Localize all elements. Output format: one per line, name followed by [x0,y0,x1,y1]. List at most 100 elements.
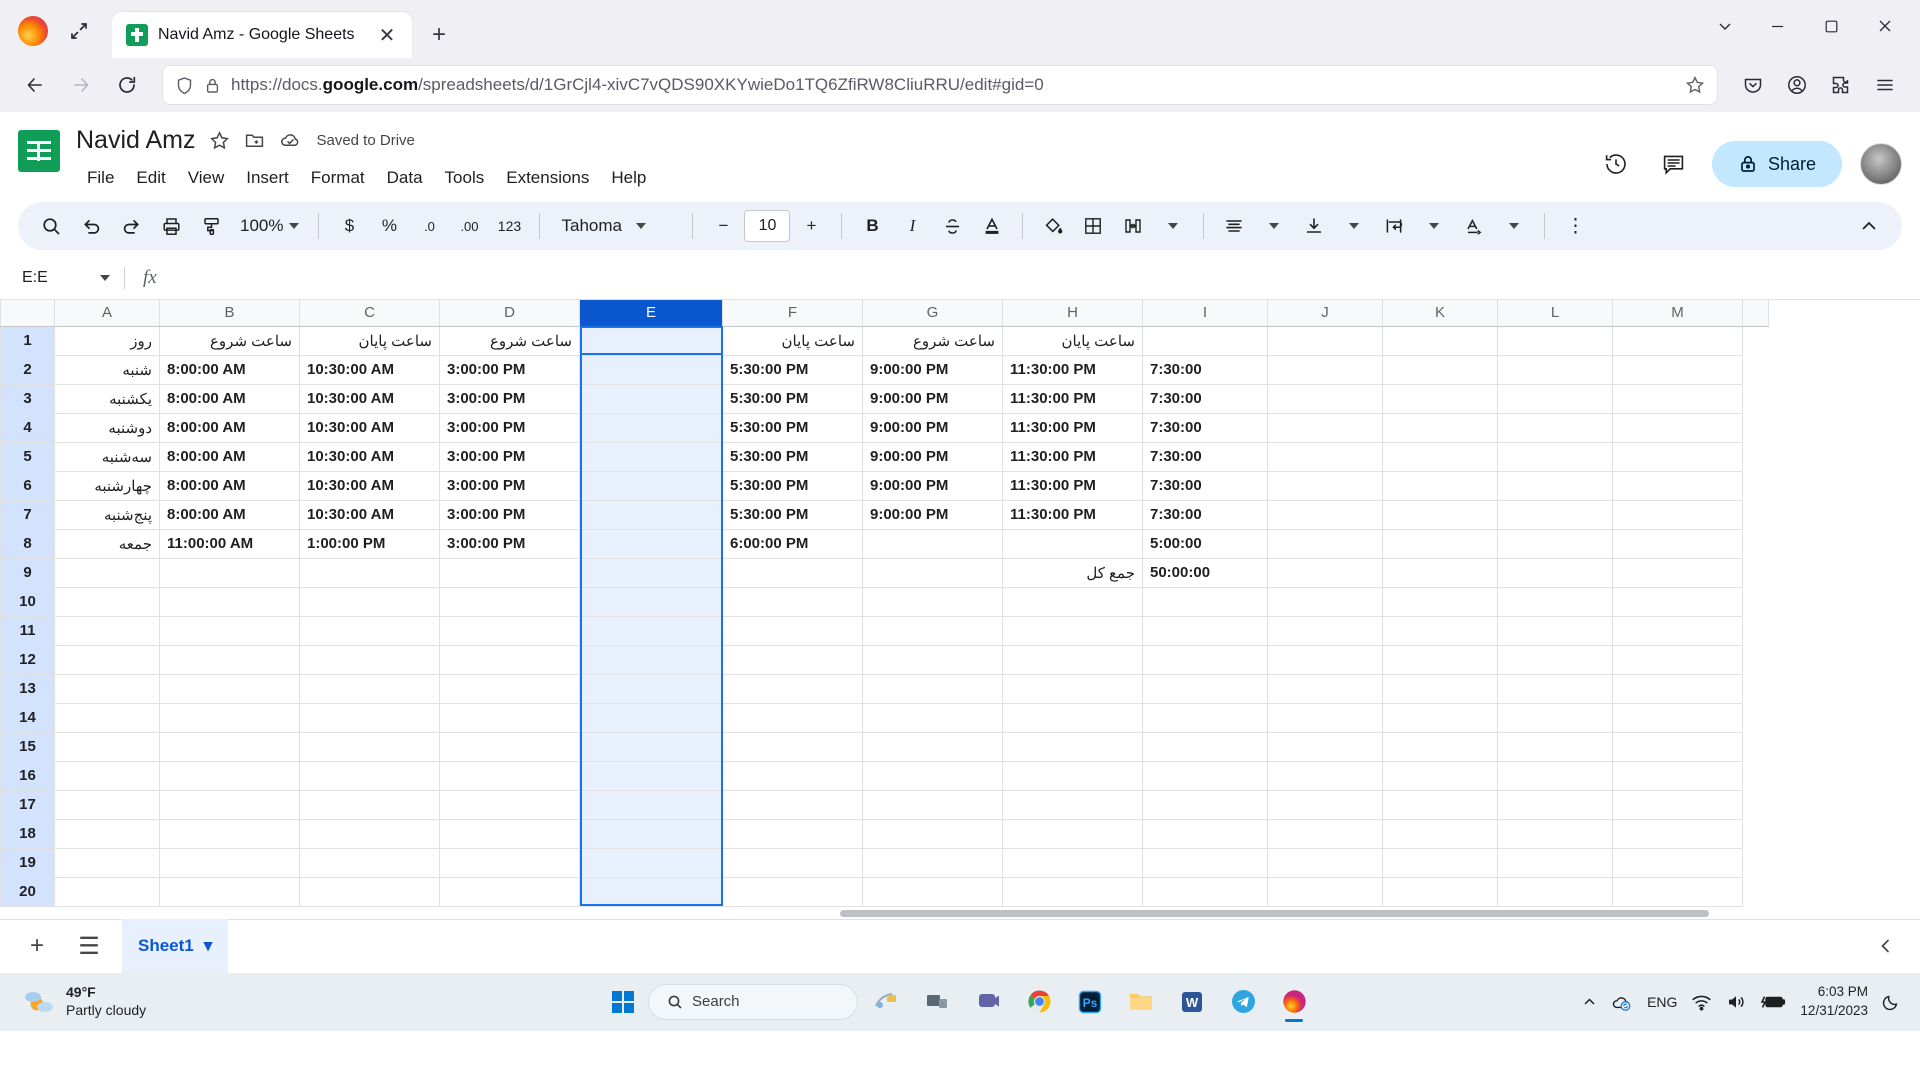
cell-B10[interactable] [159,586,300,617]
cell-E3[interactable] [579,383,723,414]
photoshop-icon[interactable]: Ps [1067,980,1113,1024]
cell-C4[interactable]: 10:30:00 AM [299,412,440,443]
forward-button[interactable] [60,64,102,106]
start-button-icon[interactable] [603,982,643,1022]
decrease-font-size-button[interactable]: − [704,207,742,245]
cell-L9[interactable] [1497,557,1613,588]
cell-E14[interactable] [579,702,723,733]
cell-C20[interactable] [299,876,440,907]
font-family-selector[interactable]: Tahoma [551,207,681,245]
cell-F7[interactable]: 5:30:00 PM [722,499,863,530]
cell-J20[interactable] [1267,876,1383,907]
redo-icon[interactable] [112,207,150,245]
row-header-19[interactable]: 19 [0,847,55,878]
cell-F8[interactable]: 6:00:00 PM [722,528,863,559]
cell-E11[interactable] [579,615,723,646]
cell-F4[interactable]: 5:30:00 PM [722,412,863,443]
reload-button[interactable] [106,64,148,106]
column-header-d[interactable]: D [439,300,580,327]
cell-H20[interactable] [1002,876,1143,907]
row-header-17[interactable]: 17 [0,789,55,820]
cell-I16[interactable] [1142,760,1268,791]
cell-G13[interactable] [862,673,1003,704]
cell-J18[interactable] [1267,818,1383,849]
cell-J10[interactable] [1267,586,1383,617]
row-header-13[interactable]: 13 [0,673,55,704]
cell-F16[interactable] [722,760,863,791]
cell-D2[interactable]: 3:00:00 PM [439,354,580,385]
hamburger-menu-icon[interactable] [1864,64,1906,106]
cell-K4[interactable] [1382,412,1498,443]
cell-B15[interactable] [159,731,300,762]
cell-L20[interactable] [1497,876,1613,907]
cell-J7[interactable] [1267,499,1383,530]
cell-H2[interactable]: 11:30:00 PM [1002,354,1143,385]
cell-C12[interactable] [299,644,440,675]
cell-D11[interactable] [439,615,580,646]
cell-A19[interactable] [54,847,160,878]
cell-M7[interactable] [1612,499,1743,530]
cell-E15[interactable] [579,731,723,762]
cell-A3[interactable]: یکشنبه [54,383,160,414]
cell-D17[interactable] [439,789,580,820]
tray-expand-chevron-icon[interactable] [1582,994,1597,1009]
cell-L2[interactable] [1497,354,1613,385]
cell-B9[interactable] [159,557,300,588]
cell-D8[interactable]: 3:00:00 PM [439,528,580,559]
cell-K14[interactable] [1382,702,1498,733]
cell-I3[interactable]: 7:30:00 [1142,383,1268,414]
version-history-icon[interactable] [1596,144,1636,184]
cell-L13[interactable] [1497,673,1613,704]
cell-J15[interactable] [1267,731,1383,762]
cell-I14[interactable] [1142,702,1268,733]
cell-D14[interactable] [439,702,580,733]
column-header-i[interactable]: I [1142,300,1268,327]
cell-B4[interactable]: 8:00:00 AM [159,412,300,443]
share-button[interactable]: Share [1711,141,1842,187]
cell-G15[interactable] [862,731,1003,762]
cell-I7[interactable]: 7:30:00 [1142,499,1268,530]
extensions-icon[interactable] [1820,64,1862,106]
do-not-disturb-moon-icon[interactable] [1882,993,1900,1011]
cell-G9[interactable] [862,557,1003,588]
row-header-5[interactable]: 5 [0,441,55,472]
cell-I11[interactable] [1142,615,1268,646]
sheets-app-logo-icon[interactable] [18,130,60,172]
cell-B1[interactable]: ساعت شروع [159,325,300,356]
cell-M12[interactable] [1612,644,1743,675]
window-maximize-button[interactable] [1804,4,1858,48]
onedrive-sync-icon[interactable] [1611,992,1633,1012]
cell-B11[interactable] [159,615,300,646]
row-header-11[interactable]: 11 [0,615,55,646]
cell-D16[interactable] [439,760,580,791]
cell-H7[interactable]: 11:30:00 PM [1002,499,1143,530]
cell-F18[interactable] [722,818,863,849]
cell-C3[interactable]: 10:30:00 AM [299,383,440,414]
cell-J2[interactable] [1267,354,1383,385]
cell-G18[interactable] [862,818,1003,849]
cell-E6[interactable] [579,470,723,501]
cell-C6[interactable]: 10:30:00 AM [299,470,440,501]
cell-C2[interactable]: 10:30:00 AM [299,354,440,385]
cell-L19[interactable] [1497,847,1613,878]
language-indicator[interactable]: ENG [1647,994,1677,1010]
cell-K15[interactable] [1382,731,1498,762]
cell-B7[interactable]: 8:00:00 AM [159,499,300,530]
cell-I10[interactable] [1142,586,1268,617]
cell-D19[interactable] [439,847,580,878]
cell-L14[interactable] [1497,702,1613,733]
row-header-18[interactable]: 18 [0,818,55,849]
cell-B3[interactable]: 8:00:00 AM [159,383,300,414]
menu-format[interactable]: Format [300,164,376,192]
cell-G14[interactable] [862,702,1003,733]
cell-L5[interactable] [1497,441,1613,472]
cell-I5[interactable]: 7:30:00 [1142,441,1268,472]
cell-K17[interactable] [1382,789,1498,820]
cell-B2[interactable]: 8:00:00 AM [159,354,300,385]
merge-dropdown-icon[interactable] [1154,207,1192,245]
cell-H9[interactable]: جمع کل [1002,557,1143,588]
cell-K7[interactable] [1382,499,1498,530]
cell-E12[interactable] [579,644,723,675]
vertical-align-button[interactable] [1295,207,1333,245]
cell-I13[interactable] [1142,673,1268,704]
